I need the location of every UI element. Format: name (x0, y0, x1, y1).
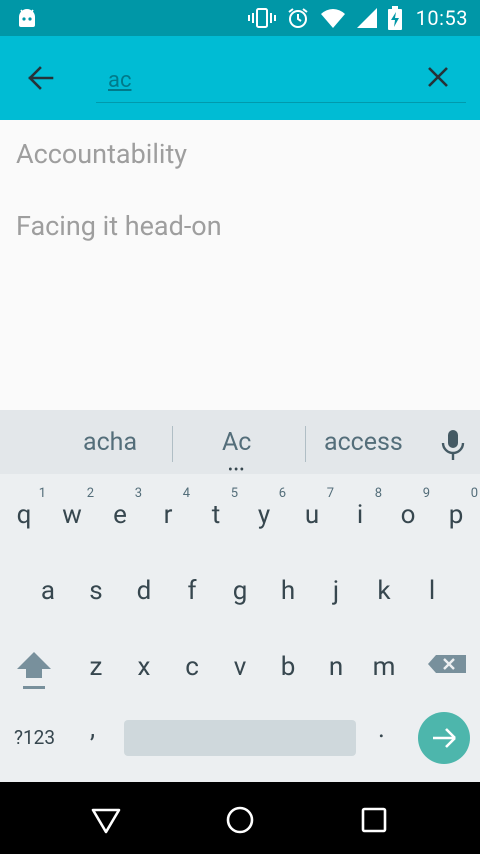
suggestion-item[interactable]: Ac (222, 428, 251, 457)
key-n[interactable]: n (312, 640, 360, 704)
key-v[interactable]: v (216, 640, 264, 704)
nav-home-button[interactable] (222, 802, 258, 838)
suggestion-divider (305, 426, 306, 462)
search-results: Accountability Facing it head-on (0, 120, 480, 410)
key-m[interactable]: m (360, 640, 408, 704)
vibrate-icon (247, 8, 276, 28)
key-h[interactable]: h (264, 564, 312, 628)
search-input[interactable]: ac (96, 66, 466, 103)
key-b[interactable]: b (264, 640, 312, 704)
key-w[interactable]: 2w (48, 486, 96, 552)
key-g[interactable]: g (216, 564, 264, 628)
more-suggestions-icon[interactable]: ••• (228, 463, 245, 477)
key-r[interactable]: 4r (144, 486, 192, 552)
key-s[interactable]: s (72, 564, 120, 628)
enter-key[interactable] (418, 712, 470, 764)
space-key[interactable] (124, 720, 356, 756)
clear-search-button[interactable] (418, 60, 458, 96)
period-key[interactable]: . (378, 714, 385, 744)
key-l[interactable]: l (408, 564, 456, 628)
key-f[interactable]: f (168, 564, 216, 628)
alarm-icon (288, 8, 308, 28)
key-p[interactable]: 0p (432, 486, 480, 552)
key-y[interactable]: 6y (240, 486, 288, 552)
key-c[interactable]: c (168, 640, 216, 704)
key-e[interactable]: 3e (96, 486, 144, 552)
nav-home-icon (226, 806, 254, 834)
key-u[interactable]: 7u (288, 486, 336, 552)
shift-icon (17, 652, 51, 689)
key-k[interactable]: k (360, 564, 408, 628)
backspace-icon (428, 655, 466, 673)
android-icon (19, 9, 35, 27)
clock-time: 10:53 (415, 6, 468, 30)
key-x[interactable]: x (120, 640, 168, 704)
suggestion-strip: acha Ac ••• access (0, 410, 480, 477)
arrow-forward-icon (433, 728, 456, 748)
navigation-bar (0, 782, 480, 854)
result-item[interactable]: Facing it head-on (16, 210, 222, 242)
suggestion-item[interactable]: access (324, 428, 403, 457)
back-button[interactable] (22, 60, 62, 96)
soft-keyboard: acha Ac ••• access 1q 2w 3e 4r 5t 6y 7u … (0, 410, 480, 782)
key-q[interactable]: 1q (0, 486, 48, 552)
nav-recents-button[interactable] (356, 802, 392, 838)
nav-recents-icon (361, 807, 387, 833)
key-z[interactable]: z (72, 640, 120, 704)
backspace-key[interactable] (420, 640, 472, 704)
status-bar: 10:53 (0, 0, 480, 36)
comma-key[interactable]: , (90, 714, 95, 744)
key-j[interactable]: j (312, 564, 360, 628)
symbols-key[interactable]: ?123 (14, 726, 55, 749)
battery-charging-icon (387, 6, 402, 30)
arrow-back-icon (28, 66, 54, 90)
key-a[interactable]: a (24, 564, 72, 628)
search-toolbar: ac (0, 36, 480, 120)
close-icon (428, 67, 448, 87)
result-item[interactable]: Accountability (16, 138, 187, 170)
key-t[interactable]: 5t (192, 486, 240, 552)
suggestion-divider (172, 426, 173, 462)
key-d[interactable]: d (120, 564, 168, 628)
shift-key[interactable] (8, 640, 60, 704)
key-i[interactable]: 8i (336, 486, 384, 552)
key-o[interactable]: 9o (384, 486, 432, 552)
signal-icon (356, 8, 377, 28)
nav-back-icon (91, 808, 121, 834)
wifi-icon (320, 9, 345, 28)
mic-icon (441, 430, 465, 460)
nav-back-button[interactable] (88, 802, 124, 838)
suggestion-item[interactable]: acha (83, 428, 137, 457)
mic-button[interactable] (440, 428, 466, 462)
search-query-text: ac (108, 68, 132, 93)
